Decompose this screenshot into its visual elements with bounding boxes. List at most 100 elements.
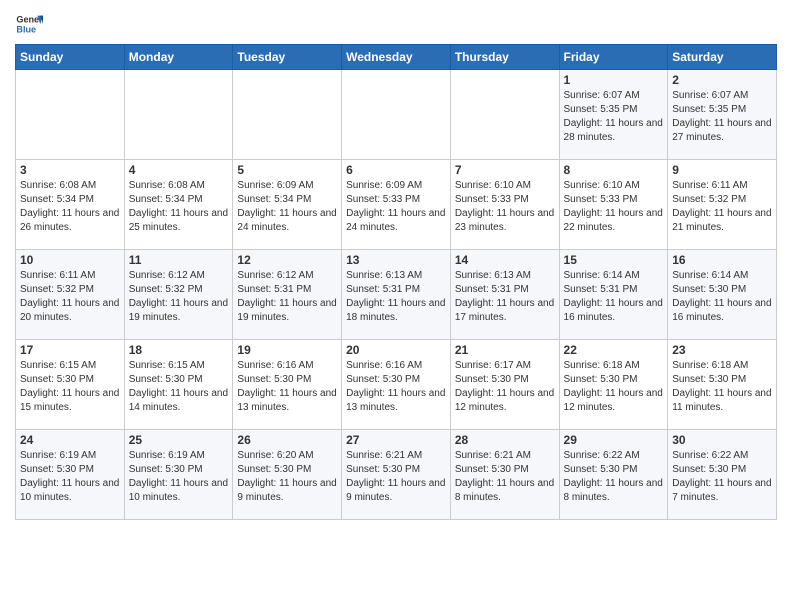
weekday-header-tuesday: Tuesday	[233, 45, 342, 70]
calendar-cell	[124, 70, 233, 160]
calendar-cell	[450, 70, 559, 160]
svg-text:Blue: Blue	[16, 24, 36, 34]
calendar-cell: 23 Sunrise: 6:18 AM Sunset: 5:30 PM Dayli…	[668, 340, 777, 430]
calendar-cell: 24Sunrise: 6:19 AM Sunset: 5:30 PM Dayli…	[16, 430, 125, 520]
day-number: 20	[346, 343, 446, 357]
calendar-cell: 2Sunrise: 6:07 AM Sunset: 5:35 PM Daylig…	[668, 70, 777, 160]
day-number: 30	[672, 433, 772, 447]
weekday-header-thursday: Thursday	[450, 45, 559, 70]
day-info: Sunrise: 6:13 AM Sunset: 5:31 PM Dayligh…	[455, 269, 555, 325]
day-info: Sunrise: 6:19 AM Sunset: 5:30 PM Dayligh…	[129, 449, 229, 505]
day-number: 12	[237, 253, 337, 267]
day-info: Sunrise: 6:11 AM Sunset: 5:32 PM Dayligh…	[20, 269, 120, 325]
day-info: Sunrise: 6:10 AM Sunset: 5:33 PM Dayligh…	[455, 179, 555, 235]
day-info: Sunrise: 6:16 AM Sunset: 5:30 PM Dayligh…	[237, 359, 337, 415]
calendar-cell: 10 Sunrise: 6:11 AM Sunset: 5:32 PM Dayli…	[16, 250, 125, 340]
day-info: Sunrise: 6:09 AM Sunset: 5:33 PM Dayligh…	[346, 179, 446, 235]
day-number: 9	[672, 163, 772, 177]
calendar-cell: 18 Sunrise: 6:15 AM Sunset: 5:30 PM Dayli…	[124, 340, 233, 430]
calendar-cell: 21 Sunrise: 6:17 AM Sunset: 5:30 PM Dayli…	[450, 340, 559, 430]
calendar-cell: 8Sunrise: 6:10 AM Sunset: 5:33 PM Daylig…	[559, 160, 668, 250]
calendar-cell: 30 Sunrise: 6:22 AM Sunset: 5:30 PM Dayli…	[668, 430, 777, 520]
day-number: 10	[20, 253, 120, 267]
calendar-cell: 9 Sunrise: 6:11 AM Sunset: 5:32 PM Daylig…	[668, 160, 777, 250]
day-info: Sunrise: 6:22 AM Sunset: 5:30 PM Dayligh…	[672, 449, 772, 505]
day-info: Sunrise: 6:14 AM Sunset: 5:30 PM Dayligh…	[672, 269, 772, 325]
calendar-header: SundayMondayTuesdayWednesdayThursdayFrid…	[16, 45, 777, 70]
day-number: 15	[564, 253, 664, 267]
day-info: Sunrise: 6:08 AM Sunset: 5:34 PM Dayligh…	[20, 179, 120, 235]
calendar-week-5: 24Sunrise: 6:19 AM Sunset: 5:30 PM Dayli…	[16, 430, 777, 520]
day-number: 11	[129, 253, 229, 267]
day-info: Sunrise: 6:09 AM Sunset: 5:34 PM Dayligh…	[237, 179, 337, 235]
day-info: Sunrise: 6:11 AM Sunset: 5:32 PM Dayligh…	[672, 179, 772, 235]
calendar-cell	[342, 70, 451, 160]
calendar-cell: 12 Sunrise: 6:12 AM Sunset: 5:31 PM Dayli…	[233, 250, 342, 340]
day-number: 8	[564, 163, 664, 177]
calendar-cell	[233, 70, 342, 160]
day-number: 7	[455, 163, 555, 177]
day-number: 21	[455, 343, 555, 357]
calendar-cell: 20 Sunrise: 6:16 AM Sunset: 5:30 PM Dayli…	[342, 340, 451, 430]
day-number: 17	[20, 343, 120, 357]
logo-icon: General Blue	[15, 10, 43, 38]
day-number: 3	[20, 163, 120, 177]
calendar-cell: 1 Sunrise: 6:07 AM Sunset: 5:35 PM Daylig…	[559, 70, 668, 160]
calendar-cell: 22Sunrise: 6:18 AM Sunset: 5:30 PM Dayli…	[559, 340, 668, 430]
day-number: 2	[672, 73, 772, 87]
day-number: 28	[455, 433, 555, 447]
calendar-cell: 27Sunrise: 6:21 AM Sunset: 5:30 PM Dayli…	[342, 430, 451, 520]
day-info: Sunrise: 6:12 AM Sunset: 5:32 PM Dayligh…	[129, 269, 229, 325]
weekday-header-monday: Monday	[124, 45, 233, 70]
weekday-header-saturday: Saturday	[668, 45, 777, 70]
weekday-header-friday: Friday	[559, 45, 668, 70]
calendar-cell: 11 Sunrise: 6:12 AM Sunset: 5:32 PM Dayli…	[124, 250, 233, 340]
day-info: Sunrise: 6:15 AM Sunset: 5:30 PM Dayligh…	[129, 359, 229, 415]
day-number: 23	[672, 343, 772, 357]
day-info: Sunrise: 6:07 AM Sunset: 5:35 PM Dayligh…	[564, 89, 664, 145]
day-number: 22	[564, 343, 664, 357]
calendar-week-3: 10 Sunrise: 6:11 AM Sunset: 5:32 PM Dayli…	[16, 250, 777, 340]
calendar-week-4: 17 Sunrise: 6:15 AM Sunset: 5:30 PM Dayli…	[16, 340, 777, 430]
calendar-cell: 13 Sunrise: 6:13 AM Sunset: 5:31 PM Dayli…	[342, 250, 451, 340]
day-number: 26	[237, 433, 337, 447]
day-number: 14	[455, 253, 555, 267]
day-info: Sunrise: 6:17 AM Sunset: 5:30 PM Dayligh…	[455, 359, 555, 415]
day-number: 4	[129, 163, 229, 177]
weekday-header-wednesday: Wednesday	[342, 45, 451, 70]
calendar-cell: 29Sunrise: 6:22 AM Sunset: 5:30 PM Dayli…	[559, 430, 668, 520]
day-info: Sunrise: 6:20 AM Sunset: 5:30 PM Dayligh…	[237, 449, 337, 505]
calendar-cell: 3 Sunrise: 6:08 AM Sunset: 5:34 PM Daylig…	[16, 160, 125, 250]
calendar-cell	[16, 70, 125, 160]
calendar-cell: 16Sunrise: 6:14 AM Sunset: 5:30 PM Dayli…	[668, 250, 777, 340]
weekday-header-sunday: Sunday	[16, 45, 125, 70]
calendar-week-2: 3 Sunrise: 6:08 AM Sunset: 5:34 PM Daylig…	[16, 160, 777, 250]
day-info: Sunrise: 6:15 AM Sunset: 5:30 PM Dayligh…	[20, 359, 120, 415]
calendar-cell: 26 Sunrise: 6:20 AM Sunset: 5:30 PM Dayli…	[233, 430, 342, 520]
calendar-cell: 4 Sunrise: 6:08 AM Sunset: 5:34 PM Daylig…	[124, 160, 233, 250]
day-number: 1	[564, 73, 664, 87]
day-info: Sunrise: 6:18 AM Sunset: 5:30 PM Dayligh…	[672, 359, 772, 415]
day-info: Sunrise: 6:08 AM Sunset: 5:34 PM Dayligh…	[129, 179, 229, 235]
day-info: Sunrise: 6:16 AM Sunset: 5:30 PM Dayligh…	[346, 359, 446, 415]
day-info: Sunrise: 6:13 AM Sunset: 5:31 PM Dayligh…	[346, 269, 446, 325]
day-number: 27	[346, 433, 446, 447]
day-info: Sunrise: 6:12 AM Sunset: 5:31 PM Dayligh…	[237, 269, 337, 325]
day-number: 25	[129, 433, 229, 447]
day-info: Sunrise: 6:21 AM Sunset: 5:30 PM Dayligh…	[455, 449, 555, 505]
logo: General Blue	[15, 10, 43, 38]
calendar-cell: 14 Sunrise: 6:13 AM Sunset: 5:31 PM Dayli…	[450, 250, 559, 340]
calendar-cell: 15 Sunrise: 6:14 AM Sunset: 5:31 PM Dayli…	[559, 250, 668, 340]
day-info: Sunrise: 6:14 AM Sunset: 5:31 PM Dayligh…	[564, 269, 664, 325]
calendar-cell: 17 Sunrise: 6:15 AM Sunset: 5:30 PM Dayli…	[16, 340, 125, 430]
day-number: 29	[564, 433, 664, 447]
weekday-header-row: SundayMondayTuesdayWednesdayThursdayFrid…	[16, 45, 777, 70]
day-info: Sunrise: 6:19 AM Sunset: 5:30 PM Dayligh…	[20, 449, 120, 505]
day-number: 6	[346, 163, 446, 177]
calendar-cell: 6 Sunrise: 6:09 AM Sunset: 5:33 PM Daylig…	[342, 160, 451, 250]
day-number: 13	[346, 253, 446, 267]
day-number: 18	[129, 343, 229, 357]
calendar-cell: 19Sunrise: 6:16 AM Sunset: 5:30 PM Dayli…	[233, 340, 342, 430]
calendar-table: SundayMondayTuesdayWednesdayThursdayFrid…	[15, 44, 777, 520]
calendar-cell: 25 Sunrise: 6:19 AM Sunset: 5:30 PM Dayli…	[124, 430, 233, 520]
